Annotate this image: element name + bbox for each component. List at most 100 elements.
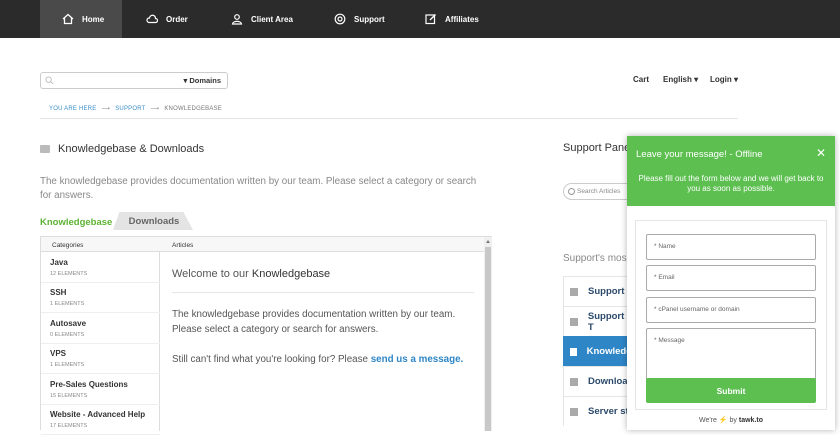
nav-client-area[interactable]: Client Area [231, 0, 293, 38]
nav-client-area-label: Client Area [251, 14, 293, 24]
support-panel-item[interactable]: Support I [563, 276, 633, 306]
scroll-up-icon[interactable] [486, 240, 490, 243]
chat-header: Leave your message! - Offline ✕ Please f… [627, 136, 835, 206]
nav-order[interactable]: Order [146, 0, 188, 38]
chat-title: Leave your message! - Offline [636, 149, 763, 160]
home-icon [570, 287, 578, 296]
support-most-heading: Support's most [563, 253, 630, 264]
support-panel-item[interactable]: Support T [563, 306, 633, 336]
message-field[interactable]: * Message [646, 328, 816, 385]
edit-icon [425, 14, 436, 25]
category-list: Java 12 ELEMENTS SSH 1 ELEMENTS Autosave… [41, 252, 160, 435]
articles-description: The knowledgebase provides documentation… [172, 309, 456, 335]
welcome-bold: Knowledgebase [251, 268, 331, 280]
domains-dropdown[interactable]: ▾ Domains [183, 76, 221, 85]
lifebuoy-icon [334, 13, 346, 25]
category-name: Pre-Sales Questions [50, 380, 128, 389]
home-icon [62, 13, 74, 25]
email-field[interactable]: * Email [646, 265, 816, 291]
breadcrumb-current: KNOWLEDGEBASE [164, 106, 222, 112]
page-description: The knowledgebase provides documentation… [40, 176, 477, 201]
divider [40, 118, 738, 119]
welcome-heading: Welcome to our Knowledgebase [172, 268, 330, 280]
nav-home-label: Home [82, 14, 105, 24]
chat-bubble-icon [40, 145, 50, 153]
category-name: SSH [50, 288, 67, 297]
support-panel-item-label: Downloa [588, 376, 628, 387]
nav-home[interactable]: Home [40, 0, 122, 38]
category-count: 1 ELEMENTS [50, 301, 85, 307]
category-count: 17 ELEMENTS [50, 423, 88, 429]
cloud-icon [146, 14, 158, 24]
support-panel-item[interactable]: Knowledg [563, 336, 633, 366]
category-item[interactable]: Java 12 ELEMENTS [41, 252, 160, 283]
scroll-thumb[interactable] [485, 247, 491, 431]
category-count: 15 ELEMENTS [50, 393, 88, 399]
envelope-icon [570, 317, 578, 326]
chat-widget: Leave your message! - Offline ✕ Please f… [627, 136, 835, 430]
cpanel-username-field[interactable]: * cPanel username or domain [646, 297, 816, 323]
support-panel-item-label: Server st [588, 406, 629, 417]
category-count: 1 ELEMENTS [50, 362, 85, 368]
support-panel-item-label: Support I [588, 286, 630, 297]
nav-support[interactable]: Support [334, 0, 385, 38]
support-panel-item-label: Support T [587, 310, 625, 333]
support-panel-item-label: Knowledg [586, 346, 632, 357]
user-icon [231, 14, 243, 25]
category-count: 12 ELEMENTS [50, 271, 88, 277]
login-dropdown[interactable]: Login ▾ [710, 75, 738, 84]
category-item[interactable]: VPS 1 ELEMENTS [41, 343, 160, 374]
articles-header: Articles [172, 242, 194, 249]
cart-link[interactable]: Cart [633, 75, 649, 84]
category-item[interactable]: Pre-Sales Questions 15 ELEMENTS [41, 374, 160, 405]
search-articles-placeholder: Search Articles [577, 188, 621, 195]
gauge-icon [570, 407, 578, 416]
page-title: Knowledgebase & Downloads [40, 143, 204, 155]
support-panel-title: Support Panel [563, 142, 633, 154]
breadcrumb-support[interactable]: SUPPORT [115, 106, 145, 112]
breadcrumb-here: YOU ARE HERE [49, 106, 97, 112]
category-item[interactable]: Website - Advanced Help 17 ELEMENTS [41, 404, 160, 435]
category-name: VPS [50, 349, 67, 358]
nav-affiliates[interactable]: Affiliates [425, 0, 479, 38]
close-icon[interactable]: ✕ [816, 146, 826, 160]
category-count: 0 ELEMENTS [50, 332, 85, 338]
chat-subtitle: Please fill out the form below and we wi… [638, 174, 824, 193]
list-icon [570, 347, 577, 356]
kb-panel-header: Categories Articles [41, 237, 491, 252]
tawk-brand: tawk.to [738, 417, 764, 424]
search-icon [45, 76, 54, 85]
language-dropdown[interactable]: English ▾ [663, 75, 698, 84]
scrollbar[interactable] [484, 237, 492, 431]
category-name: Website - Advanced Help [50, 410, 146, 419]
search-icon [568, 188, 575, 195]
tab-knowledgebase[interactable]: Knowledgebase [40, 217, 112, 228]
contact-prompt: Still can't find what you're looking for… [172, 354, 474, 365]
nav-order-label: Order [166, 14, 188, 24]
powered-prefix: We're [698, 417, 717, 424]
chat-form: * Name * Email * cPanel username or doma… [635, 220, 827, 410]
powered-by[interactable]: We're ⚡ by tawk.to [627, 416, 835, 424]
nav-support-label: Support [354, 14, 385, 24]
tab-downloads-label: Downloads [128, 215, 180, 227]
category-name: Java [50, 258, 68, 267]
submit-button[interactable]: Submit [646, 378, 816, 403]
category-item[interactable]: SSH 1 ELEMENTS [41, 282, 160, 313]
support-panel-item[interactable]: Downloa [563, 366, 633, 396]
category-item[interactable]: Autosave 0 ELEMENTS [41, 313, 160, 344]
nav-affiliates-label: Affiliates [445, 14, 479, 24]
contact-prompt-text: Still can't find what you're looking for… [172, 354, 371, 365]
name-field[interactable]: * Name [646, 234, 816, 260]
page-title-text: Knowledgebase & Downloads [58, 143, 205, 155]
download-icon [570, 377, 578, 386]
lightning-icon: ⚡ [718, 417, 728, 424]
welcome-prefix: Welcome to our [172, 268, 252, 280]
send-message-link[interactable]: send us a message. [371, 354, 464, 365]
divider [172, 292, 474, 293]
domain-search-input[interactable]: ▾ Domains [40, 72, 228, 89]
powered-by-text: by [729, 417, 737, 424]
support-panel-item[interactable]: Server st [563, 396, 633, 426]
categories-header: Categories [52, 242, 84, 249]
top-navbar: Home Order Client Area Support Affiliate… [0, 0, 840, 38]
tab-downloads[interactable]: Downloads [113, 212, 193, 230]
